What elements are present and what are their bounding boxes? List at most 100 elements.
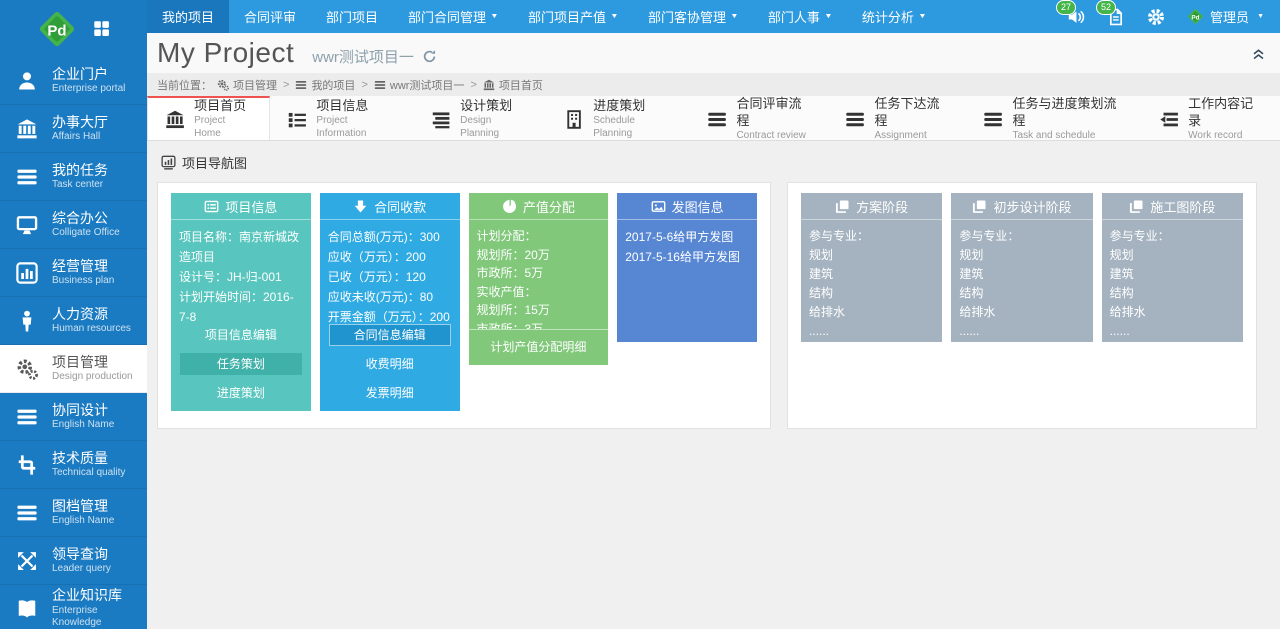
nav-card: 初步设计阶段 参与专业：规划建筑结构给排水...... (951, 193, 1092, 342)
list-arrow-icon (1159, 109, 1179, 130)
card-title: 项目信息 (225, 197, 277, 216)
card-title: 发图信息 (672, 197, 724, 216)
topnav-item[interactable]: 我的项目 (147, 0, 229, 33)
building-icon (564, 109, 584, 130)
app-window: Pd 企业门户 Enterprise portal 办事大厅 Affairs H… (0, 0, 1280, 629)
sidebar-item-sublabel: Colligate Office (52, 227, 120, 240)
speaker-icon[interactable]: 27 (1067, 8, 1085, 26)
breadcrumb-prefix: 当前位置： (157, 77, 212, 93)
file-icon[interactable]: 52 (1107, 8, 1125, 26)
sidebar-item-sublabel: English Name (52, 419, 114, 432)
topnav-item[interactable]: 部门人事 ▼ (753, 0, 847, 33)
topnav-item-label: 我的项目 (162, 7, 214, 26)
card-button[interactable]: 合同信息编辑 (329, 324, 451, 346)
card-buttons: 项目信息编辑任务策划进度策划 (171, 324, 311, 411)
tab[interactable]: 项目首页 Project Home (147, 96, 270, 140)
card-header: 产值分配 (469, 193, 609, 220)
nav-card: 项目信息 项目名称：南京新城改造项目设计号：JH-归-001计划开始时间：201… (171, 193, 311, 411)
tab[interactable]: 任务下达流程 Assignment (828, 96, 966, 140)
card-button[interactable]: 进度策划 (180, 382, 302, 404)
card-line: 建筑 (959, 265, 1084, 284)
card-button[interactable]: 项目信息编辑 (180, 324, 302, 346)
sidebar-item[interactable]: 我的任务 Task center (0, 153, 147, 201)
card-button[interactable]: 计划产值分配明细 (478, 336, 600, 358)
breadcrumb-item[interactable]: 项目管理 (217, 77, 277, 93)
card-line: 结构 (959, 284, 1084, 303)
sidebar-item-label: 协同设计 (52, 402, 114, 420)
card-title: 产值分配 (523, 197, 575, 216)
app-logo[interactable]: Pd (37, 9, 77, 49)
app-logo-mini: Pd (1187, 8, 1204, 25)
copy-icon (835, 199, 850, 214)
sidebar-item[interactable]: 技术质量 Technical quality (0, 441, 147, 489)
card-header: 发图信息 (617, 193, 757, 220)
sidebar-item[interactable]: 协同设计 English Name (0, 393, 147, 441)
sidebar-item[interactable]: 企业门户 Enterprise portal (0, 57, 147, 105)
sidebar-item[interactable]: 领导查询 Leader query (0, 537, 147, 585)
sidebar-item-sublabel: Enterprise Knowledge (52, 605, 147, 629)
svg-text:Pd: Pd (47, 22, 66, 39)
nav-card: 施工图阶段 参与专业：规划建筑结构给排水...... (1102, 193, 1243, 342)
topnav-item[interactable]: 部门项目 (311, 0, 393, 33)
tab-label: 合同评审流程 (736, 96, 811, 130)
tab[interactable]: 工作内容记录 Work record (1142, 96, 1280, 140)
card-line: 应收未收(万元)：80 (328, 287, 452, 307)
chevrons-up-icon[interactable] (1251, 46, 1266, 61)
topnav-item[interactable]: 部门客协管理 ▼ (633, 0, 753, 33)
bar-chart-icon (15, 262, 39, 284)
tab[interactable]: 任务与进度策划流程 Task and schedule (966, 96, 1142, 140)
topnav-item[interactable]: 合同评审 (229, 0, 311, 33)
sidebar-item-label: 技术质量 (52, 450, 125, 468)
breadcrumb-item[interactable]: 项目首页 (483, 77, 543, 93)
caret-down-icon: ▼ (824, 13, 832, 20)
tab-sublabel: Project Home (194, 114, 252, 140)
grid-icon[interactable] (93, 20, 110, 37)
card-body: 2017-5-6给甲方发图2017-5-16给甲方发图 (617, 220, 757, 342)
card-line: 给排水 (1110, 303, 1235, 322)
sidebar-item-sublabel: Affairs Hall (52, 131, 108, 144)
refresh-icon[interactable] (422, 49, 437, 64)
breadcrumb-item-label: 项目管理 (233, 77, 277, 93)
topnav-item[interactable]: 部门合同管理 ▼ (393, 0, 513, 33)
card-line: 2017-5-6给甲方发图 (625, 227, 749, 247)
sidebar-item[interactable]: 图档管理 English Name (0, 489, 147, 537)
sidebar-item[interactable]: 项目管理 Design production (0, 345, 147, 393)
card-line: 规划 (809, 246, 934, 265)
breadcrumb-item[interactable]: wwr测试项目一 (374, 77, 465, 93)
breadcrumb-item[interactable]: 我的项目 (295, 77, 355, 93)
project-subtitle: wwr测试项目一 (312, 46, 414, 67)
sidebar-item[interactable]: 经营管理 Business plan (0, 249, 147, 297)
card-button[interactable]: 任务策划 (180, 353, 302, 375)
breadcrumb-item-label: wwr测试项目一 (390, 77, 465, 93)
card-button[interactable]: 发票明细 (329, 382, 451, 404)
card-title: 方案阶段 (856, 197, 908, 216)
main-column: 我的项目 合同评审 部门项目 部门合同管理 ▼ 部门项目产值 ▼ 部门客协管理 … (147, 0, 1280, 629)
card-line: 给排水 (809, 303, 934, 322)
sidebar-item-label: 项目管理 (52, 354, 133, 372)
sidebar-item-label: 办事大厅 (52, 114, 108, 132)
card-line: 开票金额（万元）：200 (328, 307, 452, 324)
topnav-item[interactable]: 部门项目产值 ▼ (513, 0, 633, 33)
tab[interactable]: 合同评审流程 Contract review (690, 96, 828, 140)
gear-icon[interactable] (1147, 8, 1165, 26)
topnav-item[interactable]: 统计分析 ▼ (847, 0, 941, 33)
crop-icon (15, 454, 39, 476)
tab[interactable]: 进度策划 Schedule Planning (547, 96, 690, 140)
tab[interactable]: 设计策划 Design Planning (414, 96, 547, 140)
sidebar-item[interactable]: 人力资源 Human resources (0, 297, 147, 345)
card-button[interactable]: 收费明细 (329, 353, 451, 375)
sidebar-item-sublabel: Human resources (52, 323, 131, 336)
topnav-item-label: 部门项目 (326, 7, 378, 26)
sidebar-item[interactable]: 办事大厅 Affairs Hall (0, 105, 147, 153)
nav-card: 合同收款 合同总额(万元)：300应收（万元）：200已收（万元）：120应收未… (320, 193, 460, 411)
user-name: 管理员 (1210, 7, 1249, 26)
tab-label: 任务下达流程 (874, 96, 949, 130)
tab[interactable]: 项目信息 Project Information (270, 96, 414, 140)
sidebar-item[interactable]: 综合办公 Colligate Office (0, 201, 147, 249)
topnav-item-label: 部门项目产值 (528, 7, 606, 26)
chart-box-icon (161, 155, 176, 170)
sidebar-item[interactable]: 企业知识库 Enterprise Knowledge (0, 585, 147, 629)
top-navbar: 我的项目 合同评审 部门项目 部门合同管理 ▼ 部门项目产值 ▼ 部门客协管理 … (147, 0, 1280, 33)
tab-label: 项目信息 (316, 98, 397, 115)
user-menu[interactable]: Pd 管理员 ▼ (1187, 7, 1264, 26)
